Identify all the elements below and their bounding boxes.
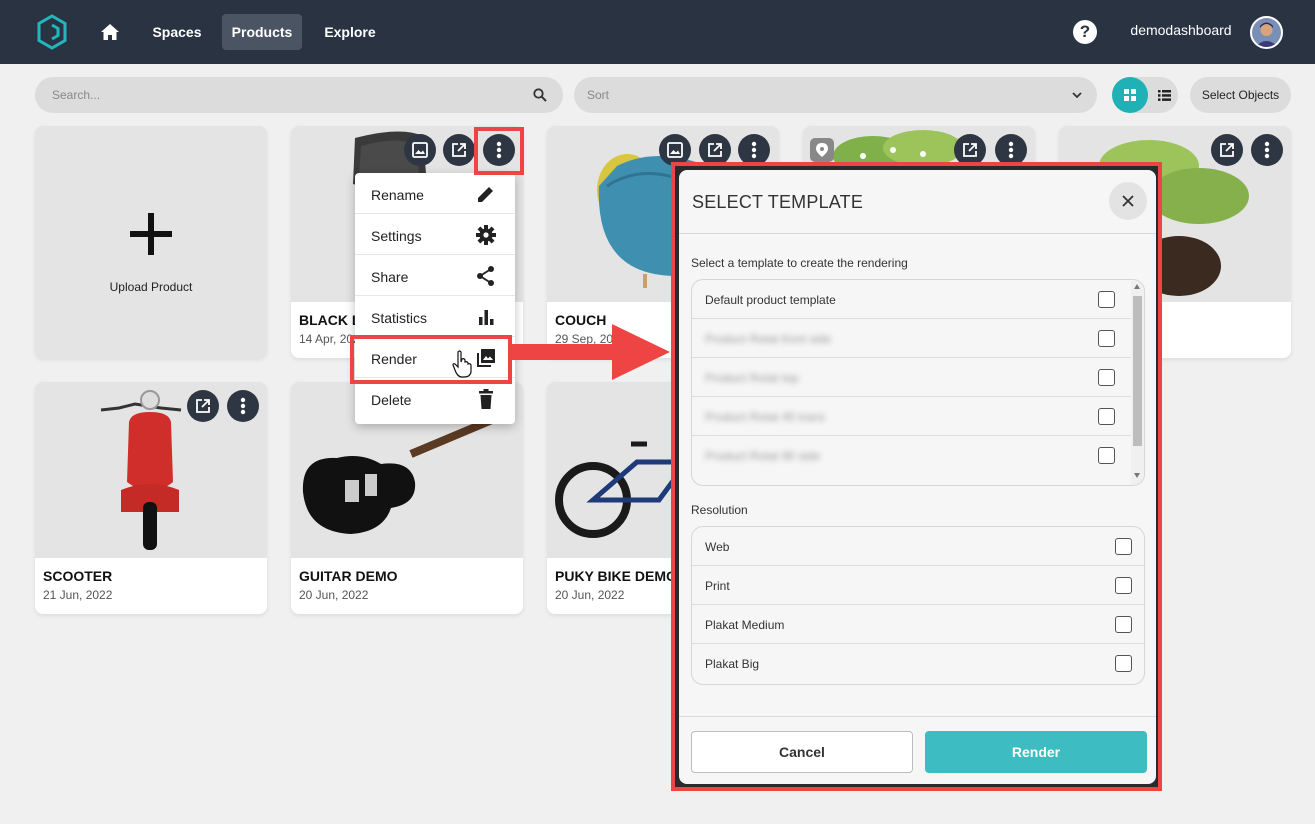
bar-chart-icon — [479, 310, 494, 325]
menu-item-label: Settings — [371, 228, 422, 244]
cancel-button[interactable]: Cancel — [691, 731, 913, 773]
product-date: 20 Jun, 2022 — [299, 588, 369, 602]
resolution-checkbox[interactable] — [1115, 577, 1132, 594]
menu-item-label: Share — [371, 269, 409, 285]
template-checkbox[interactable] — [1098, 369, 1115, 386]
resolution-row[interactable]: Plakat Medium — [692, 605, 1144, 644]
external-link-icon[interactable] — [187, 390, 219, 422]
template-label: Product Rotat front side — [705, 332, 832, 346]
template-checkbox[interactable] — [1098, 330, 1115, 347]
template-row[interactable]: Product Rotat front side — [692, 319, 1132, 358]
template-row[interactable]: Product Rotat 90 side — [692, 436, 1132, 475]
share-icon — [477, 266, 494, 286]
list-view-icon[interactable] — [1150, 77, 1178, 113]
template-list[interactable]: Default product template Product Rotat f… — [691, 279, 1145, 486]
view-toggle — [1112, 77, 1178, 113]
template-row[interactable]: Default product template — [692, 280, 1132, 319]
template-row[interactable]: Product Rotat top — [692, 358, 1132, 397]
nav-tab-products[interactable]: Products — [222, 14, 302, 50]
template-list-scrollbar[interactable] — [1131, 280, 1144, 485]
product-date: 20 Jun, 2022 — [555, 588, 625, 602]
scroll-up-icon[interactable] — [1134, 284, 1140, 289]
home-icon[interactable] — [96, 18, 124, 46]
resolution-checkbox[interactable] — [1115, 538, 1132, 555]
arrow-right-icon — [512, 324, 670, 380]
menu-item-share[interactable]: Share — [355, 255, 515, 296]
modal-footer-divider — [679, 716, 1156, 717]
nav-tab-explore[interactable]: Explore — [314, 14, 386, 50]
image-icon[interactable] — [404, 134, 436, 166]
sort-placeholder: Sort — [587, 88, 610, 102]
resolution-row[interactable]: Web — [692, 527, 1144, 566]
scroll-down-icon[interactable] — [1134, 473, 1140, 478]
product-name: GUITAR DEMO — [299, 568, 398, 584]
menu-item-settings[interactable]: Settings — [355, 214, 515, 255]
upload-product-label: Upload Product — [109, 280, 193, 294]
menu-item-statistics[interactable]: Statistics — [355, 296, 515, 337]
product-name: SCOOTER — [43, 568, 113, 584]
more-vertical-icon[interactable] — [227, 390, 259, 422]
menu-item-label: Delete — [371, 392, 412, 408]
username[interactable]: demodashboard — [1120, 22, 1242, 38]
search-icon[interactable] — [533, 88, 547, 102]
cube-logo-icon[interactable] — [36, 14, 68, 50]
chevron-down-icon — [1072, 92, 1082, 99]
modal-divider — [679, 233, 1156, 234]
trash-icon — [479, 389, 493, 409]
template-label: Default product template — [705, 293, 836, 307]
grid-view-icon[interactable] — [1112, 77, 1148, 113]
resolution-row[interactable]: Plakat Big — [692, 644, 1144, 683]
external-link-icon[interactable] — [443, 134, 475, 166]
template-label: Product Rotat 90 side — [705, 449, 821, 463]
resolution-option-label: Web — [705, 540, 730, 554]
menu-item-label: Statistics — [371, 310, 428, 326]
more-vertical-icon[interactable] — [1251, 134, 1283, 166]
resolution-checkbox[interactable] — [1115, 616, 1132, 633]
select-objects-button[interactable]: Select Objects — [1190, 77, 1291, 113]
template-prompt: Select a template to create the renderin… — [691, 256, 908, 270]
menu-item-label: Rename — [371, 187, 424, 203]
menu-item-delete[interactable]: Delete — [355, 378, 515, 419]
resolution-row[interactable]: Print — [692, 566, 1144, 605]
template-checkbox[interactable] — [1098, 408, 1115, 425]
nav-tab-spaces[interactable]: Spaces — [142, 14, 212, 50]
template-label: Product Rotat 45 trans — [705, 410, 826, 424]
resolution-option-label: Plakat Medium — [705, 618, 785, 632]
resolution-checkbox[interactable] — [1115, 655, 1132, 672]
external-link-icon[interactable] — [1211, 134, 1243, 166]
question-icon[interactable]: ? — [1073, 20, 1097, 44]
highlight-render-item — [350, 335, 512, 384]
product-name: BLACK L — [299, 312, 361, 328]
template-label: Product Rotat top — [705, 371, 799, 385]
resolution-label: Resolution — [691, 503, 748, 517]
template-checkbox[interactable] — [1098, 291, 1115, 308]
select-template-modal: SELECT TEMPLATE Select a template to cre… — [679, 170, 1156, 784]
resolution-option-label: Print — [705, 579, 730, 593]
avatar-icon[interactable] — [1250, 16, 1283, 49]
menu-item-rename[interactable]: Rename — [355, 173, 515, 214]
highlight-more-button — [474, 127, 524, 175]
scrollbar-thumb[interactable] — [1133, 296, 1142, 446]
location-pin-icon[interactable] — [810, 138, 834, 162]
search-bar — [35, 77, 563, 113]
template-row[interactable]: Product Rotat 45 trans — [692, 397, 1132, 436]
resolution-list[interactable]: Web Print Plakat Medium Plakat Big — [691, 526, 1145, 685]
plus-icon — [130, 213, 172, 255]
product-name: PUKY BIKE DEMO — [555, 568, 677, 584]
resolution-option-label: Plakat Big — [705, 657, 760, 671]
product-date: 21 Jun, 2022 — [43, 588, 113, 602]
upload-product-card[interactable]: Upload Product — [35, 126, 267, 358]
pencil-icon — [478, 187, 493, 202]
context-menu: Rename Settings Share Statistics Render … — [355, 173, 515, 424]
search-input[interactable] — [35, 77, 525, 113]
render-button[interactable]: Render — [925, 731, 1147, 773]
sort-dropdown[interactable]: Sort — [574, 77, 1097, 113]
modal-title: SELECT TEMPLATE — [692, 192, 864, 212]
top-navigation-bar: Spaces Products Explore ? demodashboard — [0, 0, 1315, 64]
close-icon[interactable] — [1109, 182, 1147, 220]
gear-icon — [476, 225, 496, 245]
template-checkbox[interactable] — [1098, 447, 1115, 464]
